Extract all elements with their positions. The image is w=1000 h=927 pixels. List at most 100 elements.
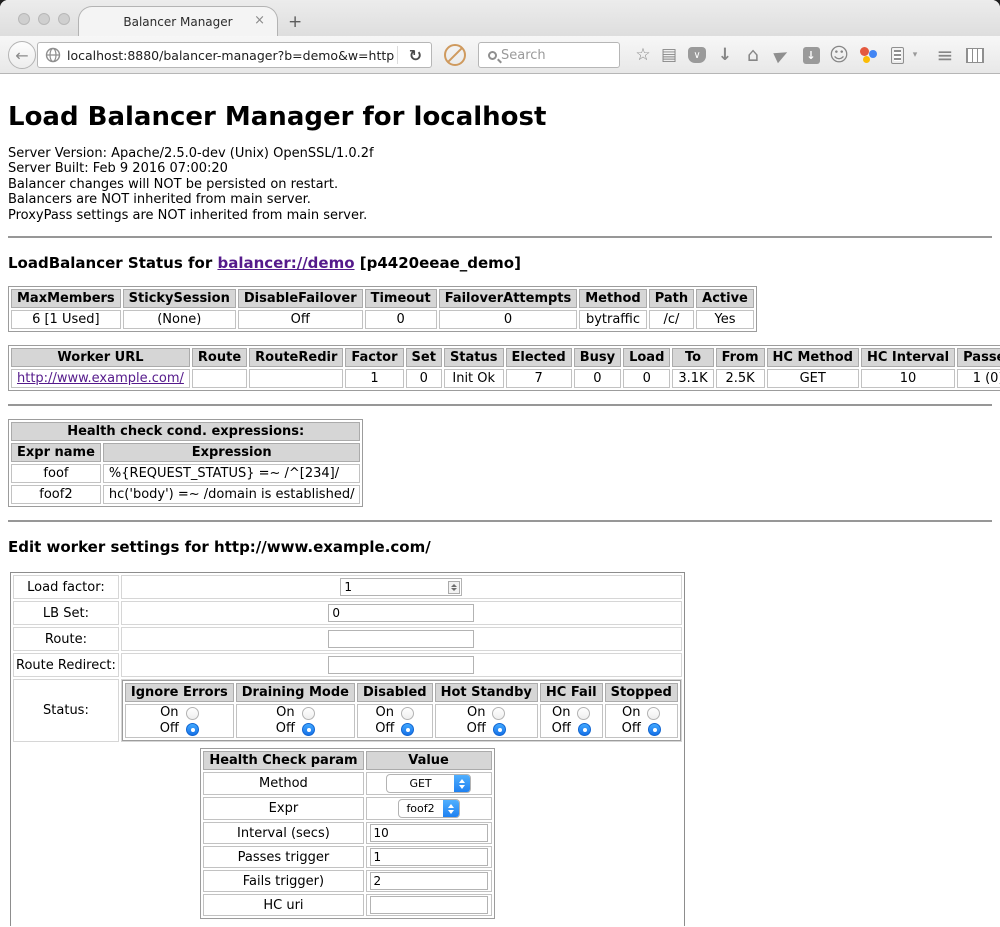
test-pilot-icon[interactable] bbox=[856, 36, 882, 74]
table-row: 6 [1 Used] (None) Off 0 0 bytraffic /c/ … bbox=[11, 310, 754, 329]
horizontal-rule bbox=[8, 404, 992, 406]
load-factor-input[interactable] bbox=[340, 578, 462, 596]
heading-prefix: LoadBalancer Status for bbox=[8, 254, 217, 272]
zoom-window-button[interactable] bbox=[58, 13, 70, 25]
tab-bar: Balancer Manager × + bbox=[0, 0, 1000, 36]
radio-hc-fail-on[interactable] bbox=[577, 707, 590, 720]
radio-hc-fail-off[interactable] bbox=[578, 723, 591, 736]
navigation-toolbar: ← localhost:8880/balancer-manager?b=demo… bbox=[0, 36, 1000, 74]
on-label: On bbox=[376, 705, 394, 721]
cell-active: Yes bbox=[696, 310, 754, 329]
new-tab-button[interactable]: + bbox=[288, 12, 302, 32]
globe-icon bbox=[45, 47, 61, 63]
hc-uri-input[interactable] bbox=[370, 896, 488, 914]
radio-hot-standby-on[interactable] bbox=[492, 707, 505, 720]
column-header: StickySession bbox=[123, 289, 236, 308]
hc-row: Expr foof2 bbox=[203, 797, 491, 820]
minimize-window-button[interactable] bbox=[38, 13, 50, 25]
search-input[interactable] bbox=[501, 48, 601, 63]
tab-title: Balancer Manager bbox=[123, 15, 232, 29]
on-label: On bbox=[467, 705, 485, 721]
home-icon[interactable]: ⌂ bbox=[740, 36, 766, 74]
method-select[interactable]: GET bbox=[386, 774, 471, 793]
route-input[interactable] bbox=[328, 630, 474, 648]
tab-groups-icon[interactable] bbox=[962, 36, 988, 74]
lb-set-input[interactable] bbox=[328, 604, 474, 622]
off-label: Off bbox=[622, 721, 641, 737]
worker-url-link[interactable]: http://www.example.com/ bbox=[17, 371, 184, 386]
cell-timeout: 0 bbox=[365, 310, 437, 329]
column-header: Disabled bbox=[357, 683, 433, 702]
expr-select[interactable]: foof2 bbox=[398, 799, 460, 818]
reload-icon[interactable]: ↻ bbox=[409, 46, 422, 65]
downloads-icon[interactable]: ↓ bbox=[712, 36, 738, 74]
off-label: Off bbox=[276, 721, 295, 737]
route-redirect-input[interactable] bbox=[328, 656, 474, 674]
passes-input[interactable] bbox=[370, 848, 488, 866]
close-window-button[interactable] bbox=[18, 13, 30, 25]
status-table: Ignore Errors Draining Mode Disabled Hot… bbox=[122, 680, 681, 741]
radio-ignore-errors-off[interactable] bbox=[186, 723, 199, 736]
form-row: Route: bbox=[13, 627, 682, 651]
passes-label: Passes trigger bbox=[203, 846, 363, 868]
radio-disabled-off[interactable] bbox=[401, 723, 414, 736]
method-label: Method bbox=[203, 772, 363, 795]
radio-stopped-off[interactable] bbox=[648, 723, 661, 736]
interval-input[interactable] bbox=[370, 824, 488, 842]
radio-disabled-on[interactable] bbox=[401, 707, 414, 720]
search-bar[interactable] bbox=[478, 42, 620, 68]
pocket-icon[interactable]: ∨ bbox=[684, 36, 710, 74]
off-label: Off bbox=[160, 721, 179, 737]
hc-row: Passes trigger bbox=[203, 846, 491, 868]
method-select-value: GET bbox=[387, 777, 454, 790]
pocket-chevron: ∨ bbox=[693, 50, 700, 61]
column-header: Active bbox=[696, 289, 754, 308]
save-page-icon[interactable]: ↓ bbox=[798, 36, 824, 74]
radio-draining-mode-off[interactable] bbox=[302, 723, 315, 736]
browser-window: Balancer Manager × + ← localhost:8880/ba… bbox=[0, 0, 1000, 927]
radio-draining-mode-on[interactable] bbox=[302, 707, 315, 720]
column-header: To bbox=[672, 348, 713, 367]
feedback-smiley-icon[interactable]: ☺ bbox=[826, 36, 852, 74]
column-header: From bbox=[716, 348, 765, 367]
cell-busy: 0 bbox=[574, 369, 621, 388]
chevron-down-icon[interactable]: ▾ bbox=[908, 36, 922, 74]
back-button[interactable]: ← bbox=[8, 41, 36, 69]
number-spinner-icon[interactable] bbox=[448, 581, 460, 594]
column-header: HC Interval bbox=[861, 348, 955, 367]
content-blocker-icon[interactable] bbox=[444, 44, 466, 66]
balancer-link[interactable]: balancer://demo bbox=[217, 254, 354, 272]
fails-input[interactable] bbox=[370, 872, 488, 890]
sidebar-icon[interactable] bbox=[886, 36, 908, 74]
off-label: Off bbox=[552, 721, 571, 737]
page-title: Load Balancer Manager for localhost bbox=[8, 74, 992, 132]
heading-suffix: [p4420eeae_demo] bbox=[355, 254, 521, 272]
column-header: Hot Standby bbox=[435, 683, 538, 702]
menu-hamburger-icon[interactable]: ≡ bbox=[932, 36, 958, 74]
server-built-line: Server Built: Feb 9 2016 07:00:20 bbox=[8, 161, 992, 176]
radio-stopped-on[interactable] bbox=[647, 707, 660, 720]
expr-row: foof %{REQUEST_STATUS} =~ /^[234]/ bbox=[11, 464, 360, 483]
send-tab-icon[interactable] bbox=[768, 36, 794, 74]
tab-close-icon[interactable]: × bbox=[254, 14, 265, 27]
cell-hc-interval: 10 bbox=[861, 369, 955, 388]
notice-line: ProxyPass settings are NOT inherited fro… bbox=[8, 208, 992, 223]
radio-ignore-errors-on[interactable] bbox=[186, 707, 199, 720]
browser-tab[interactable]: Balancer Manager × bbox=[78, 6, 278, 36]
hc-uri-label: HC uri bbox=[203, 894, 363, 916]
url-text[interactable]: localhost:8880/balancer-manager?b=demo&w… bbox=[67, 48, 395, 63]
notice-line: Balancer changes will NOT be persisted o… bbox=[8, 177, 992, 192]
column-header: HC Method bbox=[767, 348, 859, 367]
window-controls[interactable] bbox=[18, 13, 70, 25]
cell-disablefailover: Off bbox=[238, 310, 363, 329]
load-factor-field[interactable] bbox=[340, 578, 462, 596]
select-stepper-icon bbox=[443, 799, 459, 818]
form-row: Load factor: bbox=[13, 575, 682, 599]
url-bar[interactable]: localhost:8880/balancer-manager?b=demo&w… bbox=[37, 42, 432, 68]
radio-hot-standby-off[interactable] bbox=[493, 723, 506, 736]
form-row: Route Redirect: bbox=[13, 653, 682, 677]
bookmark-star-icon[interactable]: ☆ bbox=[630, 36, 656, 74]
reading-list-icon[interactable]: ▤ bbox=[656, 36, 682, 74]
hc-row: Interval (secs) bbox=[203, 822, 491, 844]
cell-status: Init Ok bbox=[444, 369, 504, 388]
